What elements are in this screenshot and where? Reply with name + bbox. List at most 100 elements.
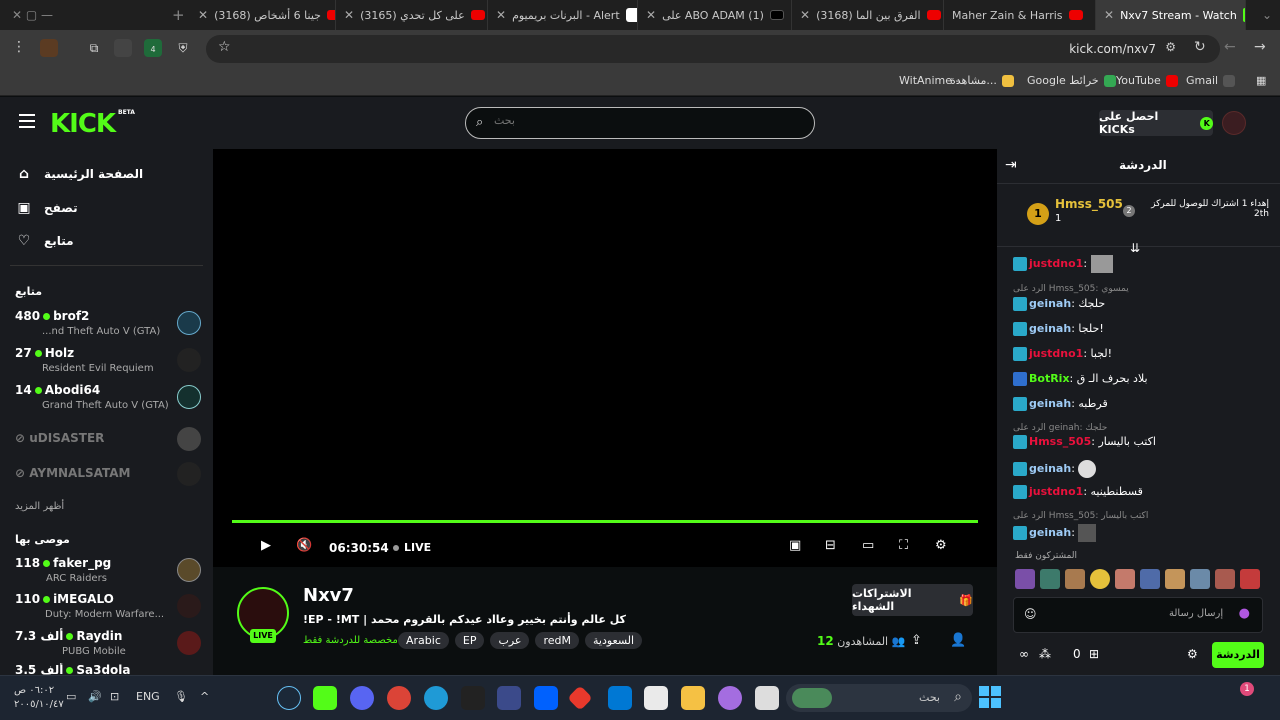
copilot-icon[interactable]: [718, 686, 742, 710]
window-controls[interactable]: ✕ ▢ —: [0, 8, 65, 22]
kick-app-icon[interactable]: [313, 686, 337, 710]
store-icon[interactable]: ⊞: [1089, 647, 1099, 661]
show-more-link[interactable]: أظهر المزيد: [15, 501, 64, 512]
channel-aymnalsatam[interactable]: ⊘ AYMNALSATAM: [15, 462, 201, 490]
close-icon[interactable]: ✕: [344, 8, 354, 22]
emote-10[interactable]: [1240, 569, 1260, 589]
tab-search-icon[interactable]: ⌄: [1250, 8, 1280, 22]
subscribe-button[interactable]: الاشتراكات الشهداء 🎁: [852, 584, 973, 616]
chat-settings-icon[interactable]: ⚙: [1187, 647, 1198, 661]
site-settings-icon[interactable]: ⚙: [1165, 40, 1176, 54]
tab-alert[interactable]: ✕ البرنات بريميوم - Alert: [488, 0, 638, 30]
tag-redm[interactable]: redM: [535, 632, 579, 649]
channel-abodi64[interactable]: 14 Abodi64 Grand Theft Auto V (GTA): [15, 383, 201, 419]
theater-icon[interactable]: ⊟: [825, 538, 836, 553]
red-app-icon[interactable]: [567, 685, 593, 711]
search-input[interactable]: [494, 115, 794, 127]
star-icon[interactable]: ☆: [218, 39, 231, 55]
tag-ep[interactable]: EP: [454, 632, 485, 649]
channel-raydin[interactable]: 7.3 ألف Raydin PUBG Mobile: [15, 629, 201, 665]
chat-username[interactable]: justdno1: [1029, 257, 1083, 270]
progress-bar[interactable]: [232, 520, 978, 523]
emote-3[interactable]: [1065, 569, 1085, 589]
notification-badge[interactable]: 1: [1240, 682, 1254, 696]
points-icon[interactable]: ⁂: [1039, 647, 1051, 661]
miniplayer-icon[interactable]: ▣: [789, 538, 801, 553]
reload-icon[interactable]: ↻: [1194, 39, 1206, 55]
bookmark-youtube[interactable]: YouTube: [1116, 74, 1178, 87]
app2-icon[interactable]: [755, 686, 779, 710]
network-icon[interactable]: ⊡: [110, 690, 119, 703]
chat-username[interactable]: geinah: [1029, 397, 1071, 410]
chat-username[interactable]: geinah: [1029, 297, 1071, 310]
extension-icon-3[interactable]: 4: [144, 39, 162, 57]
epic-games-icon[interactable]: [461, 686, 485, 710]
tab-youtube-4[interactable]: Maher Zain & Harris: [944, 0, 1096, 30]
streamer-avatar[interactable]: LIVE: [237, 587, 289, 643]
chat-username[interactable]: justdno1: [1029, 347, 1083, 360]
clock[interactable]: ٠٦:٠٢ ص ٢٠٠٥/١٠/٤٧: [14, 684, 64, 712]
fullscreen-icon[interactable]: ⛶: [899, 538, 908, 553]
follow-user-icon[interactable]: 👤: [950, 633, 966, 648]
emote-2[interactable]: [1040, 569, 1060, 589]
streamer-name[interactable]: Nxv7: [303, 585, 354, 606]
mute-icon[interactable]: 🔇: [296, 538, 312, 553]
tab-youtube-1[interactable]: ✕ جينا 6 أشخاص (3168): [190, 0, 336, 30]
app-icon[interactable]: [497, 686, 521, 710]
microphone-icon[interactable]: ●: [1239, 606, 1250, 621]
taskbar-search[interactable]: بحث ⌕: [786, 684, 972, 712]
url-text[interactable]: kick.com/nxv7: [1069, 42, 1156, 56]
video-player[interactable]: ▶ 🔇 06:30:54 LIVE ▣ ⊟ ▭ ⛶ ⚙: [213, 149, 997, 567]
nav-browse[interactable]: ▣ تصفح: [16, 198, 77, 218]
discord-icon[interactable]: [350, 686, 374, 710]
infinity-icon[interactable]: ∞: [1019, 647, 1029, 661]
tag-saudi[interactable]: السعودية: [585, 632, 643, 649]
windows-start-icon[interactable]: [979, 686, 1001, 708]
channel-brof2[interactable]: 480 brof2 ...nd Theft Auto V (GTA): [15, 309, 201, 345]
wide-mode-icon[interactable]: ▭: [862, 538, 874, 553]
search-bar[interactable]: ⌕: [465, 107, 815, 139]
file-explorer-icon[interactable]: [681, 686, 705, 710]
chat-username[interactable]: BotRix: [1029, 372, 1070, 385]
nav-following[interactable]: ♡ متابع: [16, 231, 74, 251]
emote-7[interactable]: [1165, 569, 1185, 589]
tab-x[interactable]: ✕ على ABO ADAM (1): [638, 0, 792, 30]
apps-icon[interactable]: ▦: [1256, 74, 1266, 87]
leader-name[interactable]: Hmss_505: [1055, 197, 1123, 211]
chat-username[interactable]: Hmss_505: [1029, 435, 1091, 448]
close-icon[interactable]: ✕: [1104, 8, 1114, 22]
chat-username[interactable]: geinah: [1029, 526, 1071, 539]
user-avatar[interactable]: [1222, 111, 1246, 135]
steam-icon[interactable]: [277, 686, 301, 710]
tab-kick-active[interactable]: ✕ Nxv7 Stream - Watch: [1096, 0, 1246, 30]
bookmark-witanime[interactable]: WitAnime -: [899, 74, 960, 87]
emoji-icon[interactable]: ☺: [1024, 607, 1037, 621]
channel-faker-pg[interactable]: 118 faker_pg ARC Raiders: [15, 556, 201, 592]
close-icon[interactable]: ✕: [800, 8, 810, 22]
tag-arab[interactable]: عرب: [490, 632, 530, 649]
kick-logo[interactable]: KICK: [50, 109, 116, 139]
close-icon[interactable]: ✕: [646, 8, 656, 22]
nav-home[interactable]: ⌂ الصفحة الرئيسية: [16, 164, 143, 184]
back-icon[interactable]: →: [1254, 39, 1266, 55]
channel-sa3dola[interactable]: 3.5 ألف Sa3dola: [15, 663, 201, 675]
menu-icon[interactable]: ⋮: [12, 39, 26, 55]
chrome-icon[interactable]: [387, 686, 411, 710]
tab-youtube-3[interactable]: ✕ الفرق بين الما (3168): [792, 0, 944, 30]
forward-icon[interactable]: ←: [1224, 39, 1236, 55]
close-icon[interactable]: ✕: [198, 8, 208, 22]
edge-icon[interactable]: [424, 686, 448, 710]
bookmark-maps[interactable]: Google خرائط: [1027, 74, 1116, 87]
share-icon[interactable]: ⇪: [911, 633, 922, 648]
store-icon[interactable]: [644, 686, 668, 710]
send-chat-button[interactable]: الدردشة: [1212, 642, 1264, 668]
emote-4[interactable]: [1090, 569, 1110, 589]
hamburger-menu-icon[interactable]: [19, 114, 35, 128]
shield-icon[interactable]: ⛨: [174, 39, 192, 57]
close-icon[interactable]: ✕: [496, 8, 506, 22]
outlook-icon[interactable]: [608, 686, 632, 710]
play-icon[interactable]: ▶: [261, 538, 271, 553]
extension-icon-2[interactable]: [114, 39, 132, 57]
chat-input-box[interactable]: ☺ إرسال رسالة ●: [1013, 597, 1263, 633]
chevron-up-icon[interactable]: ^: [200, 690, 209, 703]
